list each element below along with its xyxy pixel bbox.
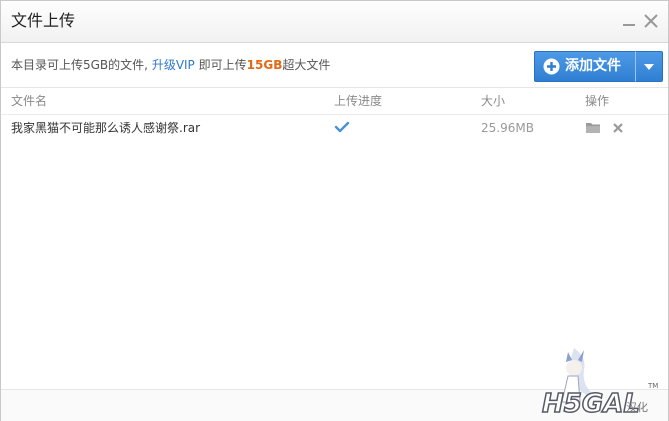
add-file-dropdown-button[interactable] <box>635 51 663 82</box>
file-name: 我家黑猫不可能那么诱人感谢祭.rar <box>11 121 201 135</box>
caret-down-icon <box>644 64 654 70</box>
quota-text: 本目录可上传5GB的文件, 升级VIP 即可上传15GB超大文件 <box>11 57 330 73</box>
quota-highlight: 15GB <box>246 58 283 72</box>
column-header-actions: 操作 <box>585 94 610 108</box>
file-size: 25.96MB <box>481 121 534 135</box>
plus-circle-icon <box>543 58 560 79</box>
dialog-title: 文件上传 <box>11 11 76 30</box>
quota-suffix: 超大文件 <box>282 58 331 72</box>
remove-icon[interactable] <box>612 122 624 137</box>
folder-icon[interactable] <box>585 121 601 137</box>
close-icon[interactable] <box>641 11 661 31</box>
upgrade-vip-link[interactable]: 升级VIP <box>152 58 195 72</box>
table-header: 文件名 上传进度 大小 操作 <box>1 88 668 115</box>
minimize-icon[interactable] <box>619 11 639 31</box>
watermark-caption: 汉化 <box>626 401 648 414</box>
svg-text:TM: TM <box>647 382 658 390</box>
title-bar: 文件上传 <box>1 1 668 43</box>
add-file-label: 添加文件 <box>565 58 621 74</box>
check-icon <box>334 121 350 136</box>
quota-prefix: 本目录可上传5GB的文件, <box>11 58 148 72</box>
column-header-progress: 上传进度 <box>334 94 383 108</box>
column-header-size: 大小 <box>481 94 506 108</box>
quota-middle: 即可上传 <box>198 58 247 72</box>
column-header-filename: 文件名 <box>11 94 48 108</box>
table-row[interactable]: 我家黑猫不可能那么诱人感谢祭.rar 25.96MB <box>1 115 668 141</box>
add-file-button[interactable]: 添加文件 <box>534 51 635 82</box>
